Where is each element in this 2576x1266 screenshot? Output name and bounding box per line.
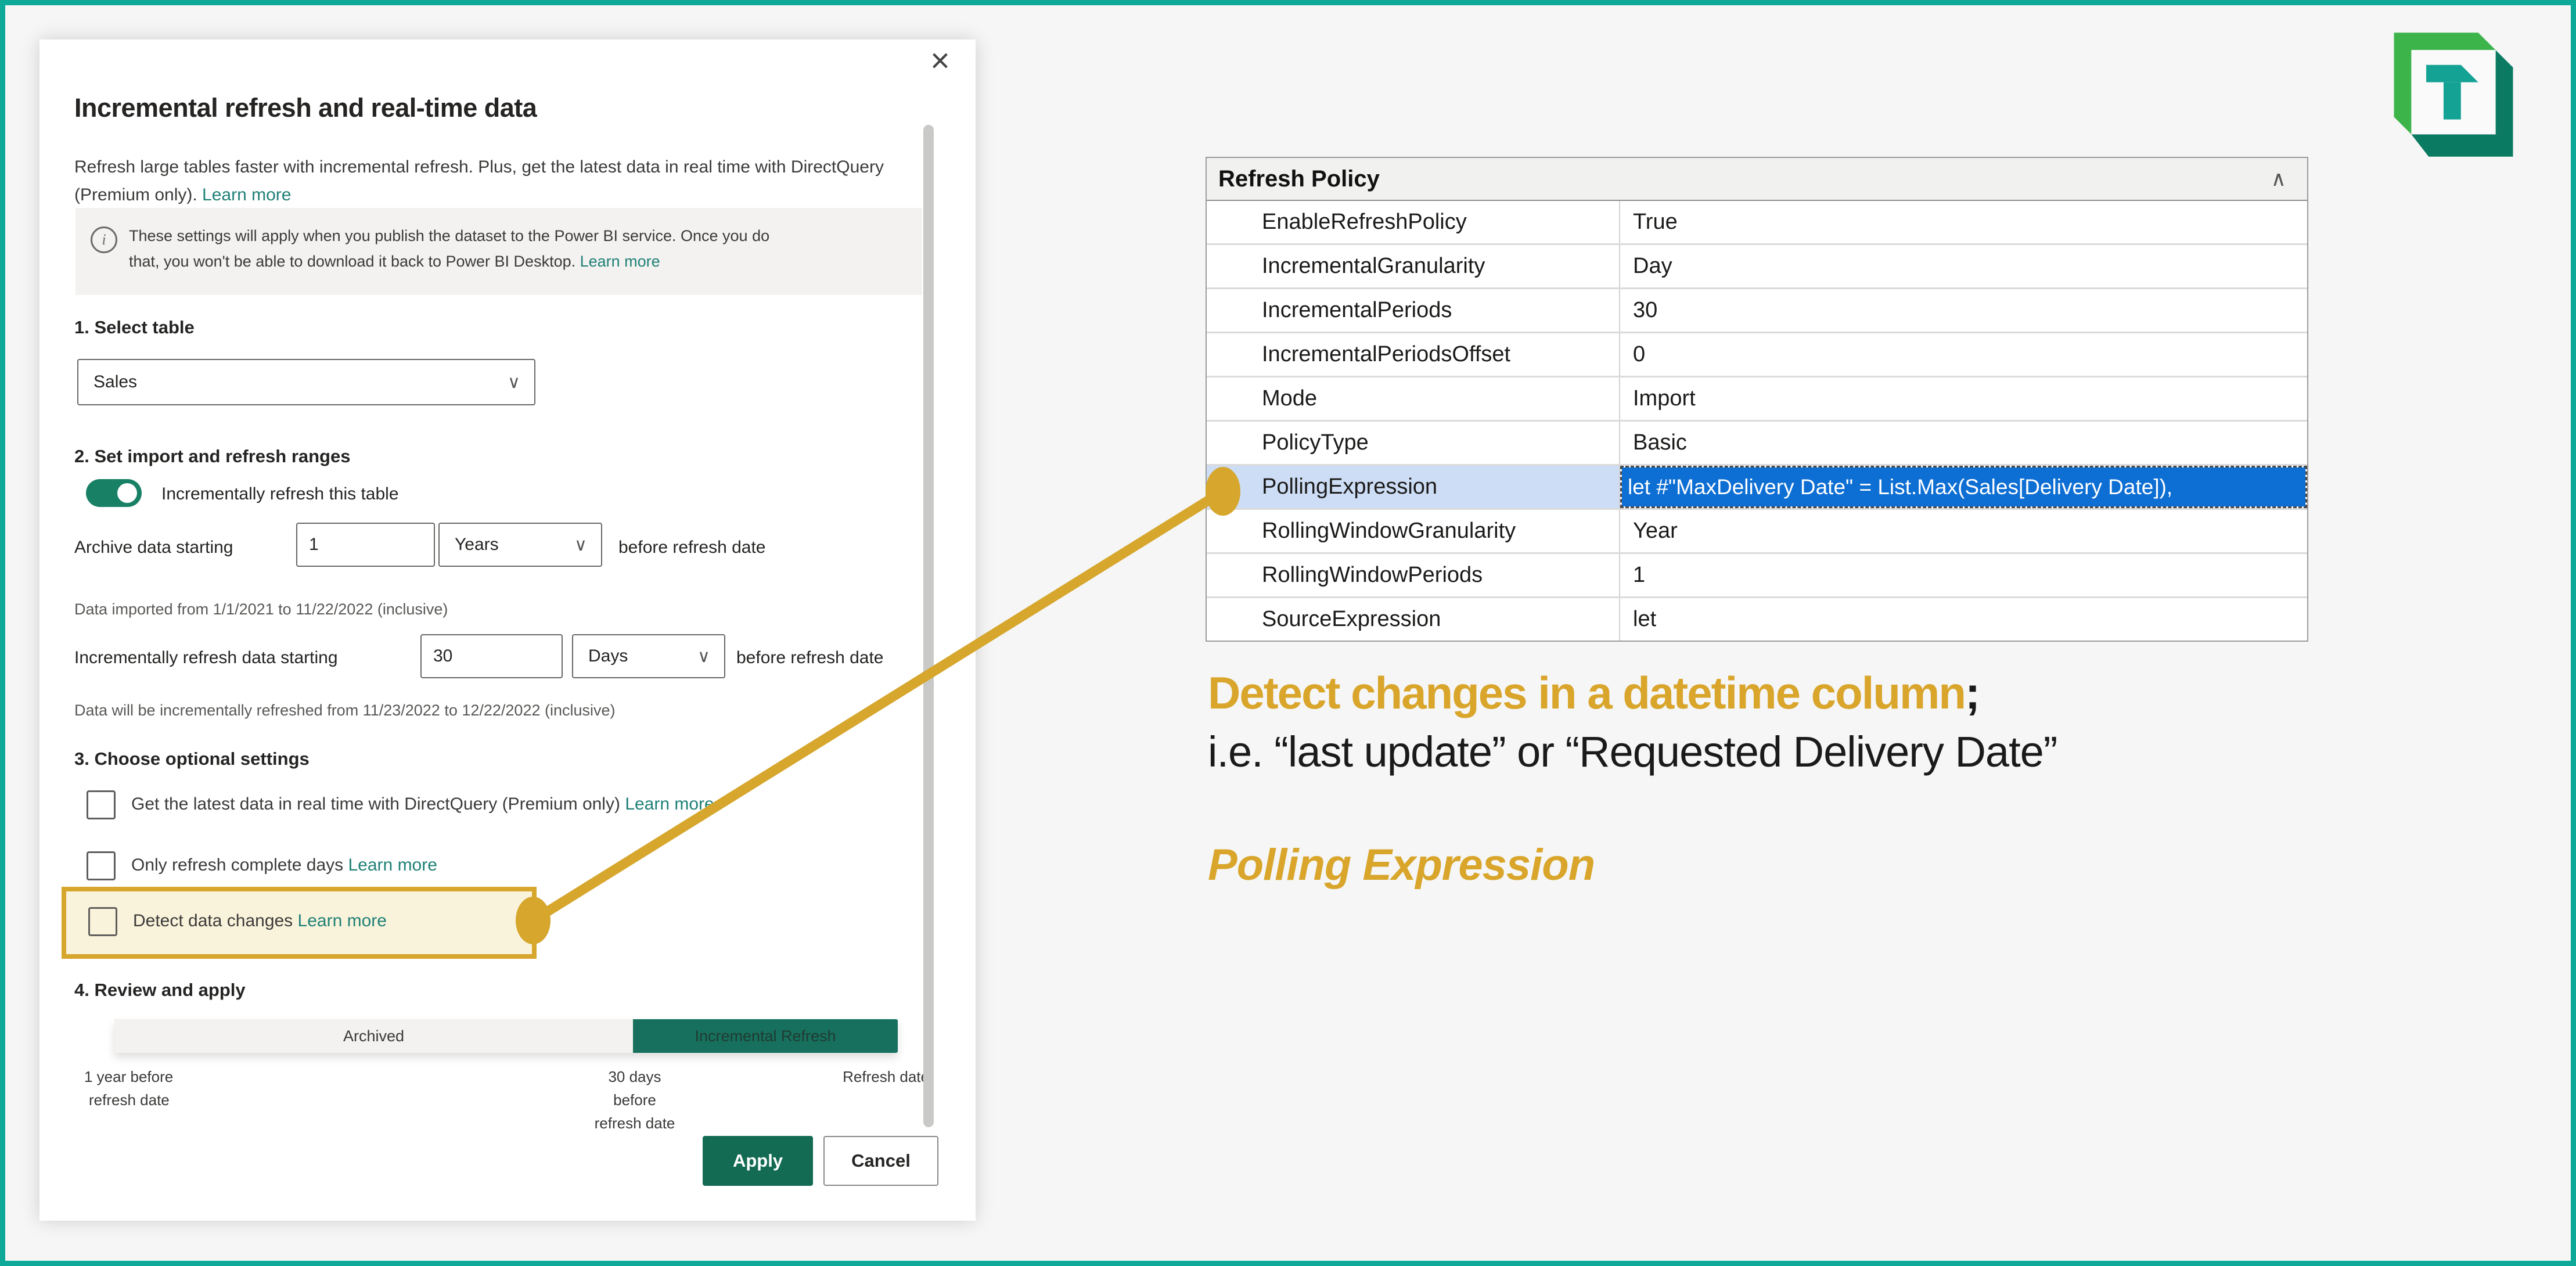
timeline-incremental-segment: Incremental Refresh bbox=[633, 1019, 898, 1053]
table-row[interactable]: EnableRefreshPolicyTrue bbox=[1207, 201, 2307, 245]
chevron-down-icon: ∨ bbox=[697, 646, 710, 667]
archive-starting-label: Archive data starting bbox=[74, 538, 233, 558]
directquery-learn-more-link[interactable]: Learn more bbox=[625, 794, 714, 814]
property-grid-title: Refresh Policy bbox=[1207, 166, 1380, 192]
table-row[interactable]: RollingWindowGranularityYear bbox=[1207, 510, 2307, 554]
table-row[interactable]: RollingWindowPeriods1 bbox=[1207, 554, 2307, 598]
info-learn-more-link[interactable]: Learn more bbox=[580, 253, 660, 270]
table-row-polling-expression[interactable]: PollingExpression let #"MaxDelivery Date… bbox=[1207, 466, 2307, 510]
detect-changes-learn-more-link[interactable]: Learn more bbox=[298, 911, 387, 930]
incremental-refresh-dialog: × Incremental refresh and real-time data… bbox=[39, 39, 976, 1221]
table-row[interactable]: IncrementalPeriodsOffset0 bbox=[1207, 333, 2307, 377]
incremental-value: 30 bbox=[422, 646, 452, 666]
info-icon: i bbox=[91, 226, 117, 253]
description-text: Refresh large tables faster with increme… bbox=[74, 157, 884, 204]
toggle-label: Incrementally refresh this table bbox=[161, 484, 399, 504]
refresh-timeline-bar: Archived Incremental Refresh bbox=[114, 1019, 898, 1053]
incremental-suffix-label: before refresh date bbox=[736, 648, 884, 668]
directquery-checkbox[interactable] bbox=[87, 790, 116, 819]
description-learn-more-link[interactable]: Learn more bbox=[202, 185, 291, 204]
apply-button[interactable]: Apply bbox=[703, 1136, 813, 1186]
logo-t-stem bbox=[2444, 82, 2461, 120]
annotation-heading: Detect changes in a datetime column; bbox=[1208, 667, 1979, 720]
complete-days-learn-more-link[interactable]: Learn more bbox=[348, 855, 437, 875]
imported-range-note: Data imported from 1/1/2021 to 11/22/202… bbox=[74, 600, 448, 618]
polling-expression-value[interactable]: let #"MaxDelivery Date" = List.Max(Sales… bbox=[1622, 467, 2305, 506]
property-grid-header[interactable]: Refresh Policy ∧ bbox=[1207, 158, 2307, 201]
incremental-value-input[interactable]: 30 bbox=[420, 634, 563, 678]
toggle-knob bbox=[117, 483, 137, 503]
refresh-range-note: Data will be incrementally refreshed fro… bbox=[74, 702, 616, 720]
chevron-down-icon: ∨ bbox=[574, 535, 587, 555]
incremental-refresh-toggle[interactable] bbox=[86, 479, 142, 507]
timeline-marker-3: Refresh date bbox=[830, 1065, 929, 1088]
detect-changes-checkbox[interactable] bbox=[88, 907, 117, 936]
complete-days-label: Only refresh complete days bbox=[131, 855, 343, 875]
info-line-1: These settings will apply when you publi… bbox=[129, 223, 769, 249]
table-row[interactable]: IncrementalGranularityDay bbox=[1207, 245, 2307, 289]
dialog-scrollbar[interactable] bbox=[923, 125, 934, 1127]
archive-unit-dropdown[interactable]: Years ∨ bbox=[438, 523, 602, 567]
incremental-unit-value: Days bbox=[573, 646, 628, 666]
dialog-description: Refresh large tables faster with increme… bbox=[74, 153, 916, 209]
t-cube-logo bbox=[2391, 30, 2516, 159]
annotation-subheading: i.e. “last update” or “Requested Deliver… bbox=[1208, 727, 2057, 776]
info-line-2: that, you won't be able to download it b… bbox=[129, 253, 580, 270]
polling-expression-annotation: Polling Expression bbox=[1208, 840, 1595, 890]
archive-unit-value: Years bbox=[440, 535, 499, 555]
info-banner: i These settings will apply when you pub… bbox=[75, 208, 922, 295]
archive-suffix-label: before refresh date bbox=[618, 538, 766, 558]
info-banner-text: These settings will apply when you publi… bbox=[129, 223, 769, 274]
step2-label: 2. Set import and refresh ranges bbox=[74, 446, 350, 467]
step3-label: 3. Choose optional settings bbox=[74, 749, 310, 769]
table-row[interactable]: ModeImport bbox=[1207, 377, 2307, 422]
table-row[interactable]: IncrementalPeriods30 bbox=[1207, 289, 2307, 333]
complete-days-checkbox[interactable] bbox=[87, 851, 116, 880]
timeline-marker-1: 1 year before refresh date bbox=[84, 1065, 173, 1112]
timeline-archived-segment: Archived bbox=[114, 1019, 633, 1053]
table-select-value: Sales bbox=[78, 372, 137, 392]
incremental-starting-label: Incrementally refresh data starting bbox=[74, 648, 338, 668]
chevron-down-icon: ∨ bbox=[508, 372, 520, 393]
directquery-label: Get the latest data in real time with Di… bbox=[131, 794, 620, 814]
archive-value: 1 bbox=[297, 535, 319, 555]
timeline-marker-2: 30 days before refresh date bbox=[585, 1065, 684, 1135]
close-icon[interactable]: × bbox=[930, 44, 950, 78]
table-select-dropdown[interactable]: Sales ∨ bbox=[77, 359, 535, 405]
archive-value-input[interactable]: 1 bbox=[296, 523, 435, 567]
incremental-unit-dropdown[interactable]: Days ∨ bbox=[572, 634, 725, 678]
step4-label: 4. Review and apply bbox=[74, 980, 246, 1001]
chevron-up-icon[interactable]: ∧ bbox=[2271, 167, 2286, 191]
refresh-policy-property-grid: Refresh Policy ∧ EnableRefreshPolicyTrue… bbox=[1206, 157, 2308, 642]
table-row[interactable]: PolicyTypeBasic bbox=[1207, 422, 2307, 466]
dialog-title: Incremental refresh and real-time data bbox=[74, 93, 537, 123]
cancel-button[interactable]: Cancel bbox=[823, 1136, 938, 1186]
detect-changes-label: Detect data changes bbox=[133, 911, 293, 930]
step1-label: 1. Select table bbox=[74, 317, 195, 338]
table-row[interactable]: SourceExpressionlet bbox=[1207, 598, 2307, 641]
